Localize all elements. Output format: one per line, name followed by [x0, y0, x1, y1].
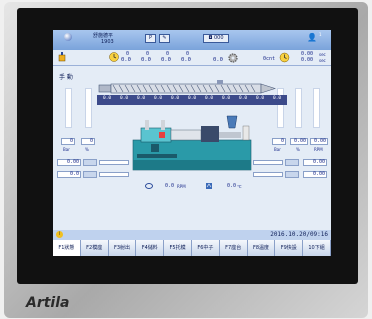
right-row2-value[interactable]: 0.00 — [303, 171, 327, 178]
screw-value: 0.0 — [239, 96, 248, 101]
right-value-2[interactable]: 0.00 — [290, 138, 308, 145]
screw-speed-value: 0.0 — [165, 183, 175, 189]
mold-number: 1903 — [101, 39, 114, 45]
mode-button[interactable]: P — [145, 34, 156, 43]
clock-icon — [279, 52, 290, 63]
function-key-3[interactable]: F3射出 — [109, 240, 137, 256]
heater-icon — [206, 183, 212, 189]
right-gauge-bar-2 — [295, 88, 302, 128]
divider — [53, 65, 331, 66]
left-row1-value[interactable]: 0.00 — [57, 159, 81, 166]
screw-value: 0.0 — [205, 96, 214, 101]
cycle-decimal-3: 0.0 — [161, 57, 171, 63]
left-row2-indicator-icon — [83, 171, 97, 178]
function-key-10[interactable]: 10下組 — [303, 240, 331, 256]
injection-machine-illustration — [132, 115, 252, 171]
hmi-screen: 舒施德平 1903 P ✎ ◘ 000 👤 1 0 0 0 0 0.0 0.0 … — [53, 30, 331, 256]
header-bar: 舒施德平 1903 P ✎ ◘ 000 👤 1 — [53, 30, 331, 50]
left-unit-percent: % — [85, 147, 89, 152]
function-key-7[interactable]: F7座台 — [220, 240, 248, 256]
logo-globe-icon — [64, 33, 72, 41]
temperature-value: 0.0 — [227, 183, 237, 189]
datetime-display: 2016.10.20/09:16 — [270, 231, 328, 238]
info-icon[interactable]: i — [56, 231, 63, 238]
gear-icon — [228, 53, 238, 63]
function-key-8[interactable]: F8溫度 — [248, 240, 276, 256]
screw-value: 0.0 — [256, 96, 265, 101]
right-gauge-bar-3 — [313, 88, 320, 128]
screw-barrel-diagram — [98, 80, 276, 94]
right-row2-bar — [253, 172, 283, 177]
screw-value: 0.0 — [120, 96, 129, 101]
right-row1-indicator-icon — [285, 159, 299, 166]
left-row1-indicator-icon — [83, 159, 97, 166]
cycle-timer-icon — [109, 52, 119, 62]
function-key-1[interactable]: F1狀態 — [53, 240, 81, 256]
temperature-unit: ℃ — [237, 184, 242, 189]
status-bar: i 2016.10.20/09:16 — [53, 230, 331, 240]
left-gauge-bar-2 — [85, 88, 92, 128]
left-unit-bar: Bar — [63, 147, 70, 152]
screw-value: 0.0 — [273, 96, 282, 101]
left-row2-value[interactable]: 0.0 — [57, 171, 81, 178]
screw-value: 0.0 — [103, 96, 112, 101]
right-unit-bar: Bar — [274, 147, 281, 152]
right-unit-rpm: RPM — [314, 147, 323, 152]
timer-bottom: 0.00 — [301, 57, 314, 63]
function-key-2[interactable]: F2模座 — [81, 240, 109, 256]
user-icon[interactable]: 👤 — [307, 33, 317, 42]
cycle-decimal-4: 0.0 — [181, 57, 191, 63]
function-key-4[interactable]: F4儲料 — [136, 240, 165, 256]
function-key-9[interactable]: F9快設 — [275, 240, 304, 256]
cycle-decimal-2: 0.0 — [141, 57, 151, 63]
left-row1-bar — [99, 160, 129, 165]
shot-count: 0cnt — [263, 56, 276, 62]
timer-unit-bottom: sec — [319, 58, 326, 63]
screw-speed-unit: RPM — [177, 184, 186, 189]
screw-value: 0.0 — [137, 96, 146, 101]
operation-mode-label: 手 動 — [59, 74, 73, 81]
company-logo — [58, 33, 78, 46]
right-row1-value[interactable]: 0.00 — [303, 159, 327, 166]
left-gauge-bar-1 — [65, 88, 72, 128]
tool-button[interactable]: ✎ — [159, 34, 170, 43]
left-row2-bar — [99, 172, 129, 177]
header-title: 舒施德平 — [93, 33, 114, 39]
screw-value: 0.0 — [171, 96, 180, 101]
function-key-6[interactable]: F6中子 — [192, 240, 220, 256]
right-value-1[interactable]: 0 — [272, 138, 286, 145]
user-level-badge: 1 — [319, 32, 322, 37]
screw-value: 0.0 — [188, 96, 197, 101]
right-row1-bar — [253, 160, 283, 165]
right-value-3[interactable]: 0.00 — [310, 138, 328, 145]
screw-value: 0.0 — [222, 96, 231, 101]
left-value-b[interactable]: 0 — [81, 138, 95, 145]
right-unit-percent: % — [296, 147, 300, 152]
brand-logo: Artila — [26, 295, 70, 311]
mold-icon — [58, 52, 66, 62]
screw-value: 0.0 — [154, 96, 163, 101]
left-value-a[interactable]: 0 — [61, 138, 75, 145]
display-button[interactable]: ◘ 000 — [203, 34, 229, 43]
screw-position-values: 0.0 0.0 0.0 0.0 0.0 0.0 0.0 0.0 0.0 0.0 … — [97, 95, 287, 105]
timer-unit-top: sec — [319, 52, 326, 57]
right-row2-indicator-icon — [285, 171, 299, 178]
shot-value: 0.0 — [213, 57, 223, 63]
function-key-bar: F1狀態 F2模座 F3射出 F4儲料 F5托模 F6中子 F7座台 F8溫度 F9快設 10下組 — [53, 240, 331, 256]
function-key-5[interactable]: F5托模 — [164, 240, 192, 256]
cycle-decimal-1: 0.0 — [121, 57, 131, 63]
screw-speed-icon — [145, 183, 153, 189]
